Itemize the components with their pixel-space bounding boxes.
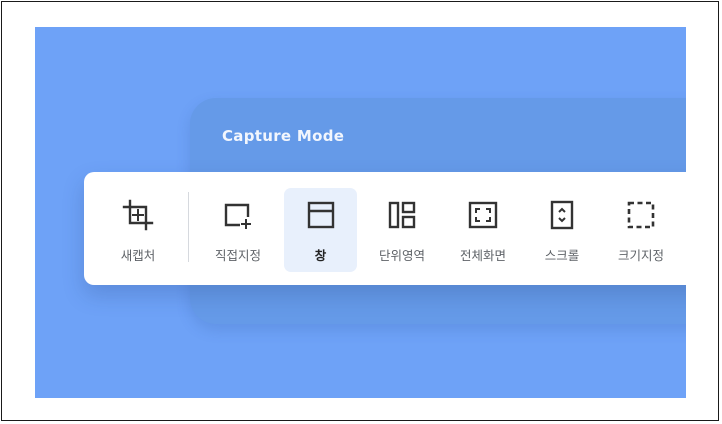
window-capture-label: 창 bbox=[314, 248, 327, 263]
scroll-icon bbox=[550, 200, 574, 230]
fixed-size-label: 크기지정 bbox=[617, 248, 664, 263]
fullscreen-button[interactable]: 전체화면 bbox=[447, 188, 519, 272]
fullscreen-label: 전체화면 bbox=[459, 248, 506, 263]
unit-area-icon bbox=[388, 201, 416, 229]
window-capture-button[interactable]: 창 bbox=[284, 188, 357, 272]
scroll-capture-label: 스크롤 bbox=[544, 248, 580, 263]
capture-mode-title: Capture Mode bbox=[222, 127, 345, 145]
new-capture-button[interactable]: 새캡처 bbox=[102, 188, 174, 272]
new-capture-label: 새캡처 bbox=[120, 248, 156, 263]
new-capture-icon bbox=[122, 199, 154, 231]
custom-region-icon bbox=[224, 203, 251, 229]
toolbar-divider bbox=[188, 192, 189, 262]
custom-region-button[interactable]: 직접지정 bbox=[202, 188, 274, 272]
desktop-background: Capture Mode 새캡처 직접지정 창 단위영역 전체화면 스크롤 크기… bbox=[35, 27, 686, 398]
fixed-size-button[interactable]: 크기지정 bbox=[606, 188, 676, 272]
unit-area-button[interactable]: 단위영역 bbox=[367, 188, 437, 272]
custom-region-label: 직접지정 bbox=[214, 248, 261, 263]
window-icon bbox=[307, 201, 334, 229]
fixed-size-icon bbox=[627, 201, 655, 229]
capture-toolbar: 새캡처 직접지정 창 단위영역 전체화면 스크롤 크기지정 bbox=[84, 172, 686, 285]
unit-area-label: 단위영역 bbox=[378, 248, 425, 263]
fullscreen-icon bbox=[468, 201, 498, 229]
scroll-capture-button[interactable]: 스크롤 bbox=[529, 188, 595, 272]
